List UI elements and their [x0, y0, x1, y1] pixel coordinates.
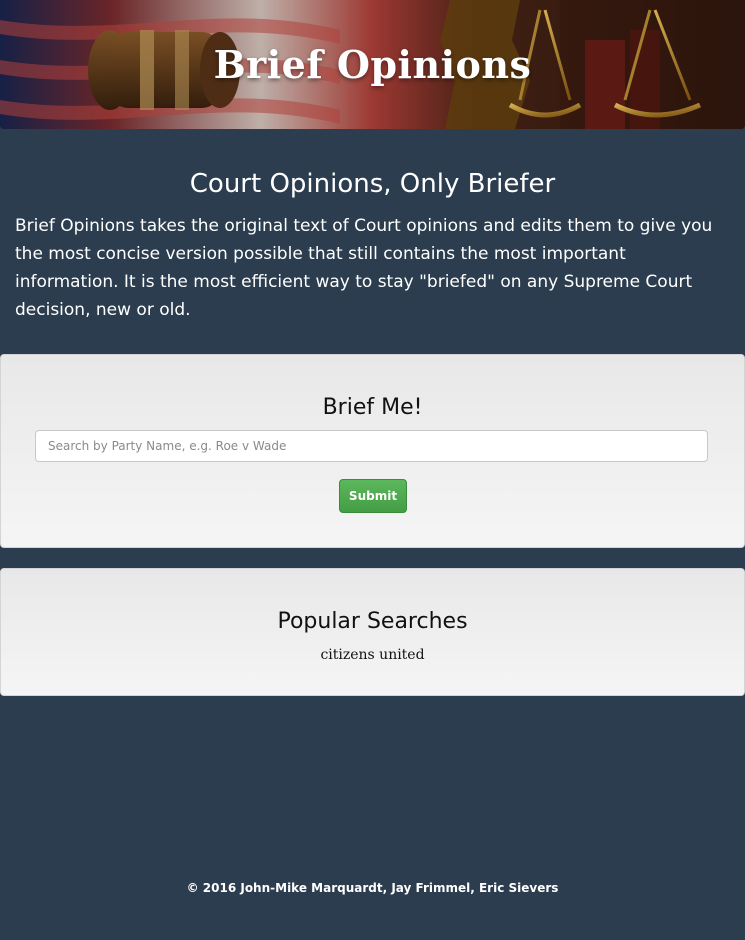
intro-description: Brief Opinions takes the original text o… — [15, 216, 713, 320]
search-heading: Brief Me! — [322, 395, 423, 420]
search-input[interactable] — [35, 430, 708, 462]
site-title: Brief Opinions — [213, 42, 532, 87]
footer-copyright: © 2016 John-Mike Marquardt, Jay Frimmel,… — [186, 881, 559, 895]
popular-searches-panel: Popular Searches citizens united — [0, 568, 745, 696]
intro-heading: Court Opinions, Only Briefer — [189, 169, 556, 199]
hero-banner: Brief Opinions — [0, 0, 745, 129]
search-panel: Brief Me! Submit — [0, 354, 745, 548]
submit-button[interactable]: Submit — [339, 479, 407, 513]
popular-searches-heading: Popular Searches — [277, 609, 468, 634]
popular-search-link[interactable]: citizens united — [1, 647, 744, 663]
